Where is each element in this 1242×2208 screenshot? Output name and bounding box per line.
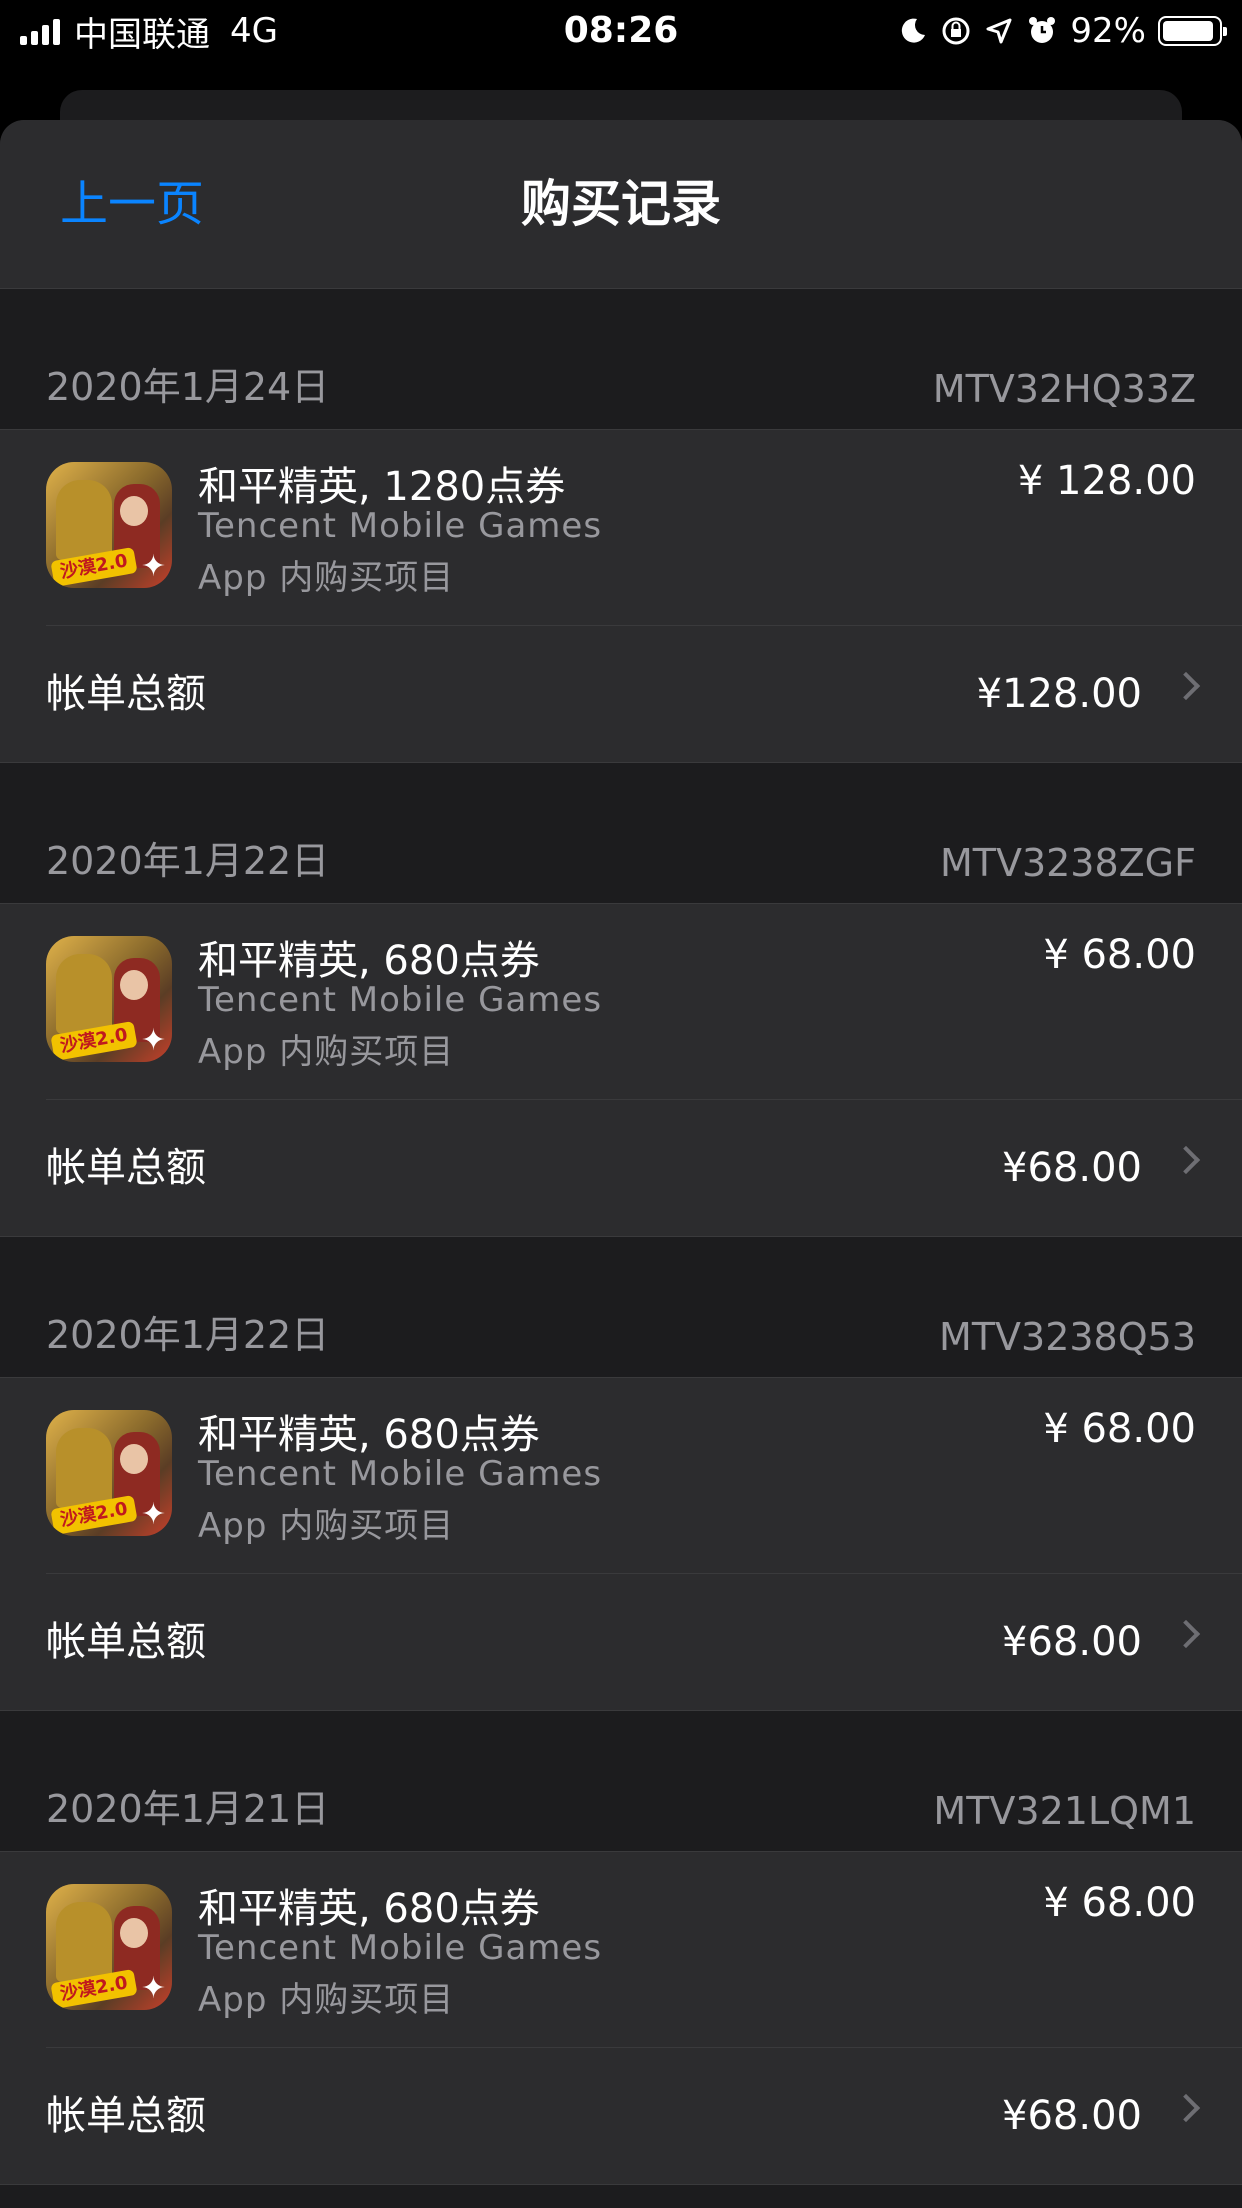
bill-total-row[interactable]: 帐单总额 ¥68.00: [0, 1574, 1242, 1710]
purchase-item[interactable]: 沙漠2.0 ✦ 和平精英, 1280点券 Tencent Mobile Game…: [0, 430, 1242, 626]
item-developer: Tencent Mobile Games: [198, 980, 603, 1020]
purchase-date: 2020年1月24日: [46, 365, 330, 409]
group-header: 2020年1月24日 MTV32HQ33Z: [0, 289, 1242, 429]
item-name: 和平精英, 680点券: [198, 938, 540, 984]
game-app-icon: 沙漠2.0 ✦: [46, 936, 172, 1062]
item-name: 和平精英, 680点券: [198, 1412, 540, 1458]
purchase-group: 2020年1月21日 MTV321LQM1 沙漠2.0 ✦ 和平精英, 680点…: [0, 1711, 1242, 2185]
moon-icon: [902, 18, 926, 43]
purchase-date: 2020年1月22日: [46, 1313, 330, 1357]
location-icon: [986, 18, 1012, 44]
back-button[interactable]: 上一页: [60, 120, 204, 288]
item-type: App 内购买项目: [198, 1506, 455, 1546]
item-price: ¥ 68.00: [1043, 1406, 1196, 1452]
item-price: ¥ 128.00: [1017, 458, 1196, 504]
bill-total-value: ¥68.00: [1002, 1145, 1142, 1191]
chevron-right-icon: [1171, 1145, 1201, 1175]
purchase-list: 2020年1月24日 MTV32HQ33Z 沙漠2.0 ✦ 和平精英, 1280…: [0, 289, 1242, 2185]
alarm-icon: [1029, 17, 1056, 43]
group-header: 2020年1月22日 MTV3238ZGF: [0, 763, 1242, 903]
chevron-right-icon: [1171, 1619, 1201, 1649]
item-developer: Tencent Mobile Games: [198, 1928, 603, 1968]
order-id: MTV3238ZGF: [939, 841, 1196, 885]
purchase-item[interactable]: 沙漠2.0 ✦ 和平精英, 680点券 Tencent Mobile Games…: [0, 1852, 1242, 2048]
status-bar: 中国联通 4G 08:26 92%: [0, 0, 1242, 62]
purchase-date: 2020年1月21日: [46, 1787, 330, 1831]
bill-total-label: 帐单总额: [46, 1145, 206, 1191]
purchase-group: 2020年1月24日 MTV32HQ33Z 沙漠2.0 ✦ 和平精英, 1280…: [0, 289, 1242, 763]
item-type: App 内购买项目: [198, 1980, 455, 2020]
order-id: MTV321LQM1: [933, 1789, 1196, 1833]
bill-total-value: ¥128.00: [976, 671, 1142, 717]
purchase-item[interactable]: 沙漠2.0 ✦ 和平精英, 680点券 Tencent Mobile Games…: [0, 1378, 1242, 1574]
item-name: 和平精英, 680点券: [198, 1886, 540, 1932]
nav-bar: 上一页 购买记录: [0, 120, 1242, 289]
item-type: App 内购买项目: [198, 1032, 455, 1072]
bill-total-row[interactable]: 帐单总额 ¥68.00: [0, 1100, 1242, 1236]
item-price: ¥ 68.00: [1043, 1880, 1196, 1926]
purchase-group: 2020年1月22日 MTV3238ZGF 沙漠2.0 ✦ 和平精英, 680点…: [0, 763, 1242, 1237]
bill-total-row[interactable]: 帐单总额 ¥68.00: [0, 2048, 1242, 2184]
bill-total-label: 帐单总额: [46, 2093, 206, 2139]
battery-icon: [1158, 16, 1227, 46]
game-app-icon: 沙漠2.0 ✦: [46, 1884, 172, 2010]
bill-total-value: ¥68.00: [1002, 1619, 1142, 1665]
purchase-history-sheet: 上一页 购买记录 2020年1月24日 MTV32HQ33Z 沙漠2.0 ✦ 和…: [0, 120, 1242, 2208]
group-body: 沙漠2.0 ✦ 和平精英, 680点券 Tencent Mobile Games…: [0, 903, 1242, 1237]
item-price: ¥ 68.00: [1043, 932, 1196, 978]
order-id: MTV3238Q53: [939, 1315, 1196, 1359]
group-body: 沙漠2.0 ✦ 和平精英, 1280点券 Tencent Mobile Game…: [0, 429, 1242, 763]
purchase-date: 2020年1月22日: [46, 839, 330, 883]
bill-total-label: 帐单总额: [46, 1619, 206, 1665]
item-developer: Tencent Mobile Games: [198, 1454, 603, 1494]
item-type: App 内购买项目: [198, 558, 455, 598]
group-header: 2020年1月21日 MTV321LQM1: [0, 1711, 1242, 1851]
rotation-lock-icon: [942, 17, 970, 45]
item-name: 和平精英, 1280点券: [198, 464, 566, 510]
group-body: 沙漠2.0 ✦ 和平精英, 680点券 Tencent Mobile Games…: [0, 1377, 1242, 1711]
group-header: 2020年1月22日 MTV3238Q53: [0, 1237, 1242, 1377]
status-right: 92%: [898, 0, 1227, 62]
bill-total-row[interactable]: 帐单总额 ¥128.00: [0, 626, 1242, 762]
bill-total-label: 帐单总额: [46, 671, 206, 717]
bill-total-value: ¥68.00: [1002, 2093, 1142, 2139]
chevron-right-icon: [1171, 671, 1201, 701]
purchase-group: 2020年1月22日 MTV3238Q53 沙漠2.0 ✦ 和平精英, 680点…: [0, 1237, 1242, 1711]
item-developer: Tencent Mobile Games: [198, 506, 603, 546]
order-id: MTV32HQ33Z: [932, 367, 1196, 411]
battery-percent: 92%: [1070, 11, 1146, 51]
purchase-item[interactable]: 沙漠2.0 ✦ 和平精英, 680点券 Tencent Mobile Games…: [0, 904, 1242, 1100]
group-body: 沙漠2.0 ✦ 和平精英, 680点券 Tencent Mobile Games…: [0, 1851, 1242, 2185]
game-app-icon: 沙漠2.0 ✦: [46, 1410, 172, 1536]
chevron-right-icon: [1171, 2093, 1201, 2123]
game-app-icon: 沙漠2.0 ✦: [46, 462, 172, 588]
